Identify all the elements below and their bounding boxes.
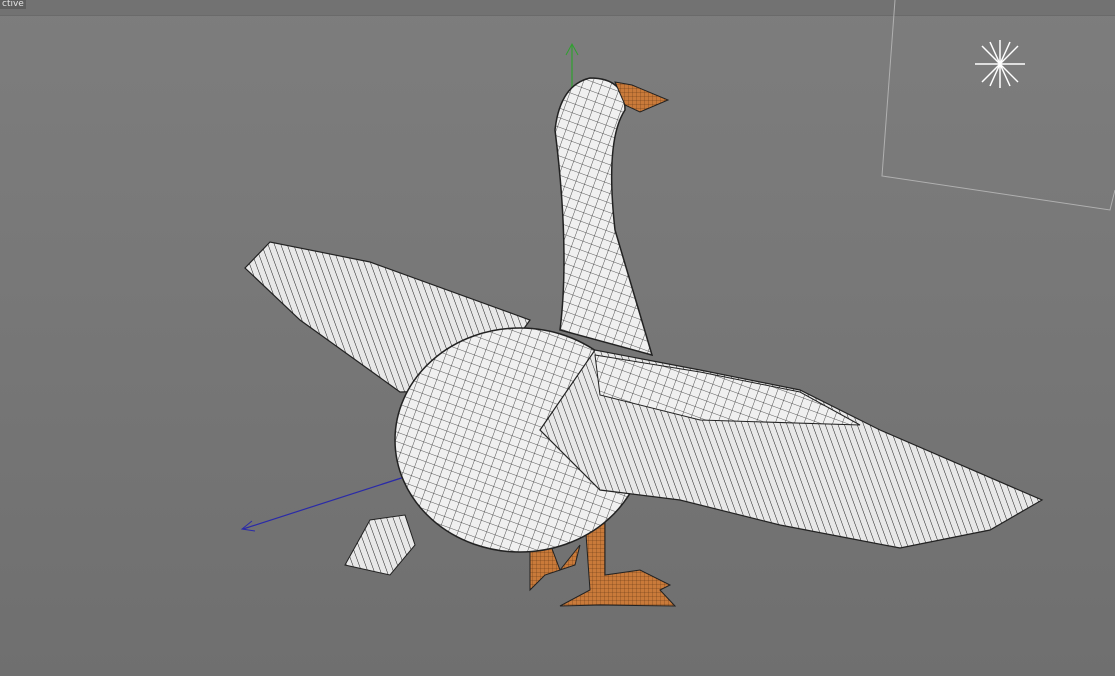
light-icon <box>975 40 1025 88</box>
light-gizmo[interactable] <box>881 0 1115 211</box>
goose-mesh[interactable] <box>244 77 1044 607</box>
tail <box>344 514 416 576</box>
neck <box>554 77 654 357</box>
scene <box>240 0 1115 607</box>
3d-viewport[interactable]: ctive <box>0 0 1115 676</box>
